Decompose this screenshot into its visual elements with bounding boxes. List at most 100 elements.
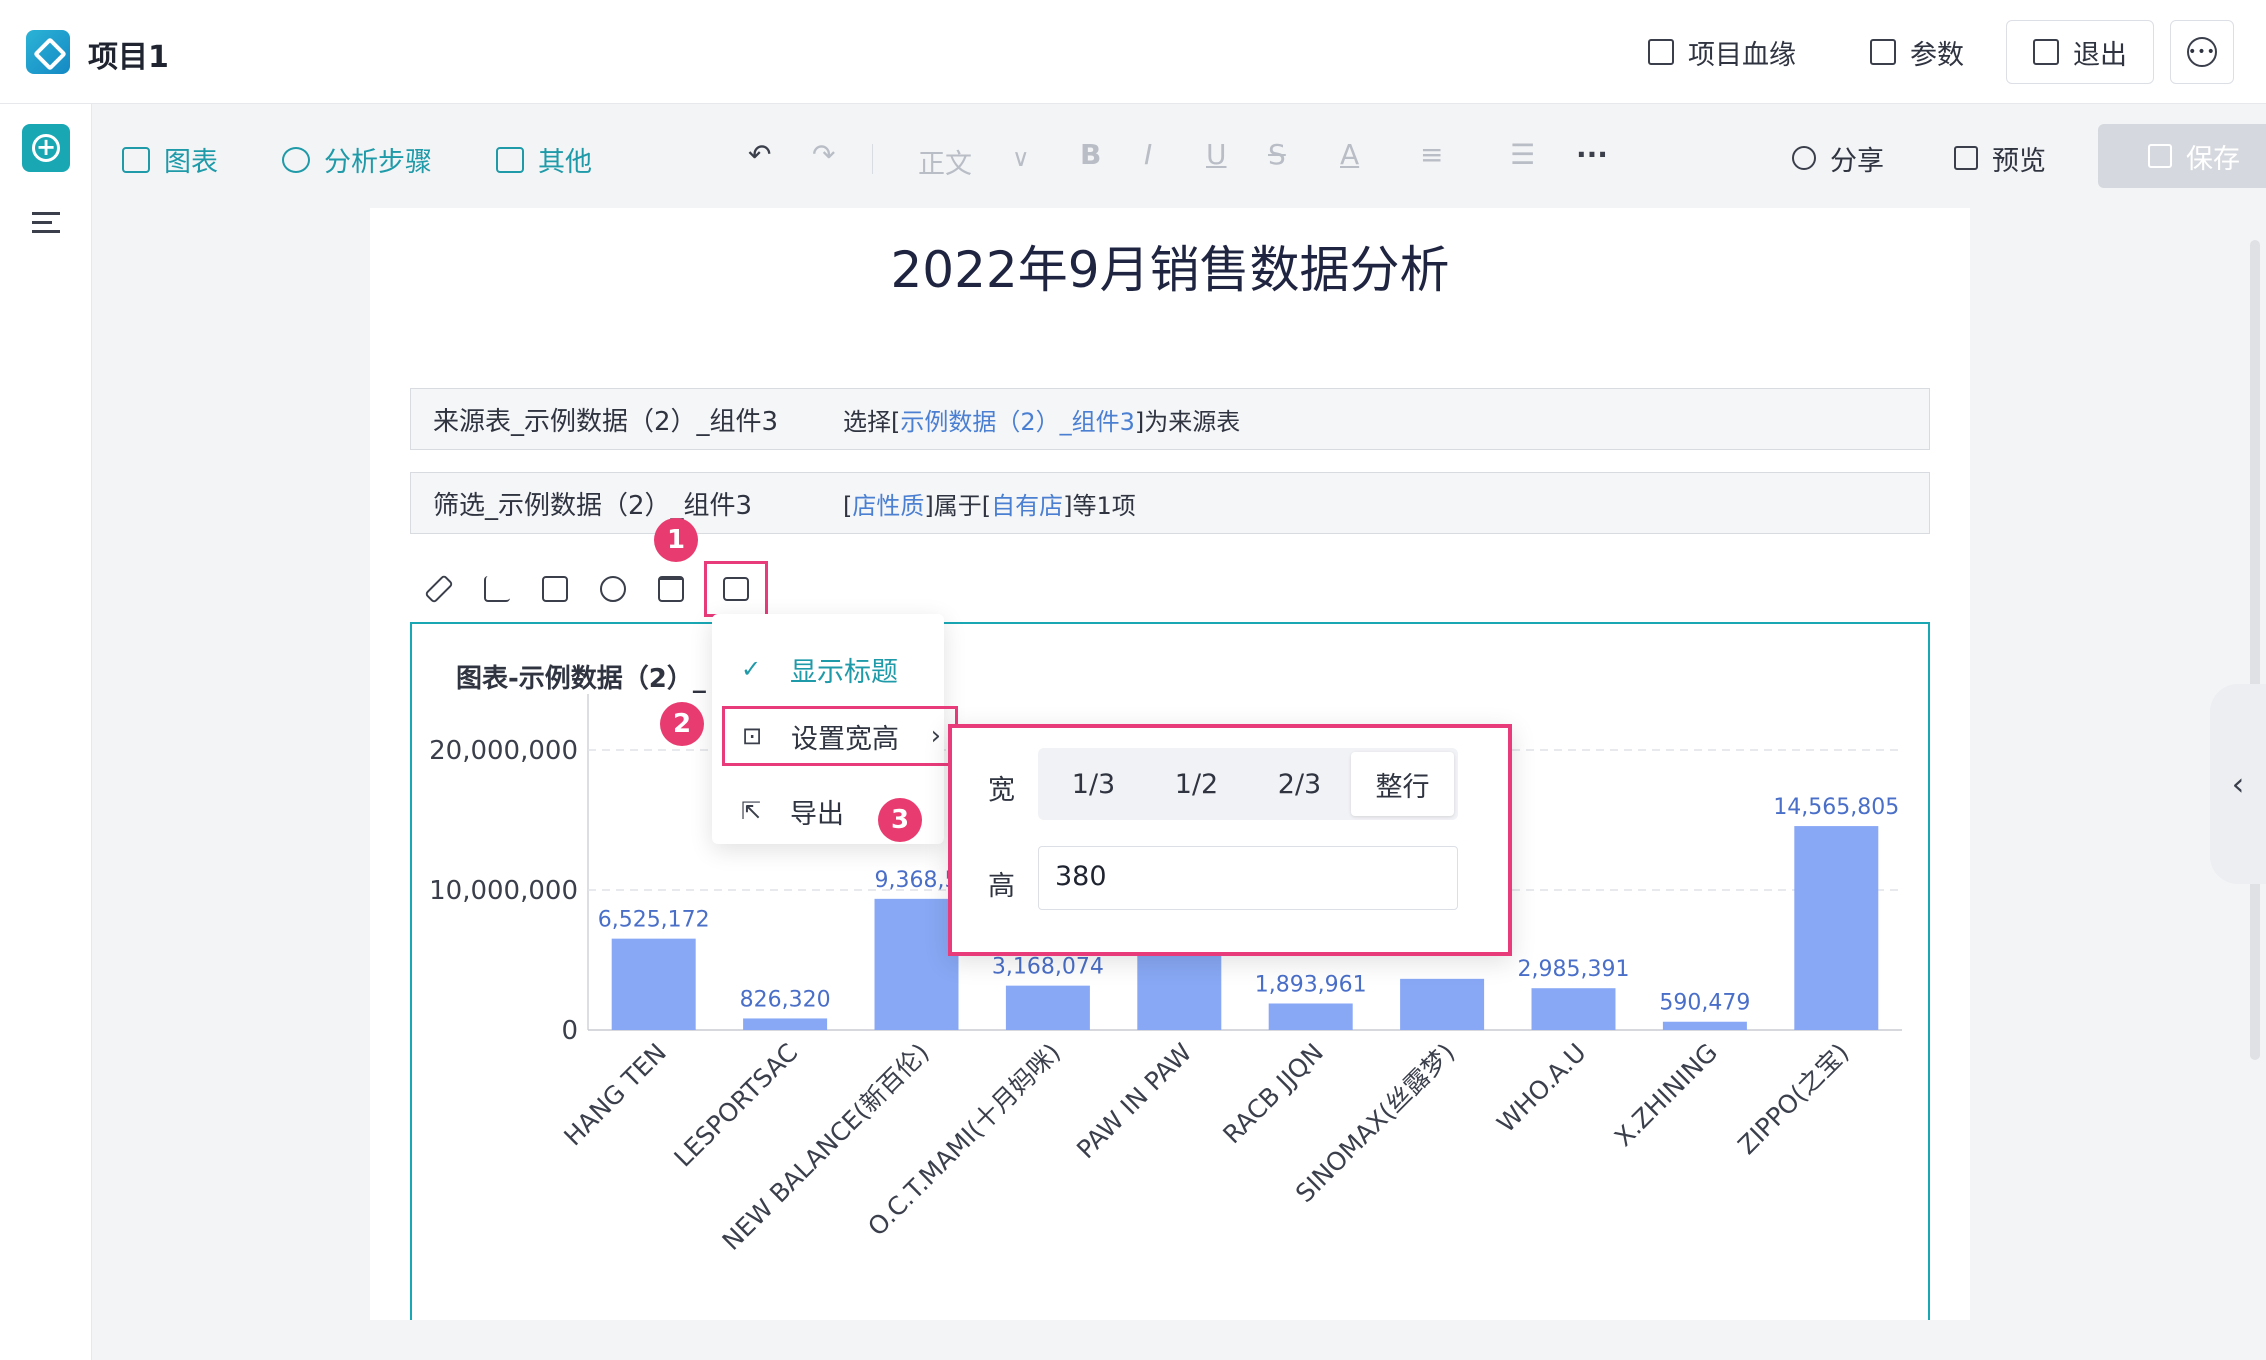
insert-other-button[interactable]: 其他 <box>496 140 592 179</box>
save-label: 保存 <box>2186 143 2240 175</box>
bar <box>743 1018 828 1030</box>
delete-button[interactable] <box>642 560 700 618</box>
more-icon: ••• <box>2187 37 2217 67</box>
collapse-panel-button[interactable]: ‹ <box>2210 684 2266 884</box>
menu-item-set-size[interactable]: ⊡ 设置宽高 › <box>722 706 958 766</box>
project-lineage-label: 项目血缘 <box>1688 39 1796 71</box>
resize-icon: ⊡ <box>741 722 763 750</box>
bold-icon[interactable]: B <box>1080 138 1101 171</box>
bar <box>1531 988 1616 1030</box>
font-color-icon[interactable]: A <box>1340 138 1359 171</box>
redo-icon[interactable]: ↷ <box>812 138 835 171</box>
step-name: 筛选_示例数据（2）_组件3 <box>433 490 753 521</box>
undo-icon[interactable]: ↶ <box>748 138 771 171</box>
bar <box>1794 826 1879 1030</box>
bar <box>1400 978 1485 1030</box>
width-option-two-thirds[interactable]: 2/3 <box>1248 752 1351 816</box>
x-tick-label: ZIPPO(之宝) <box>1732 1038 1854 1160</box>
width-option-third[interactable]: 1/3 <box>1042 752 1145 816</box>
align-icon[interactable]: ≡ <box>1420 138 1443 171</box>
underline-icon[interactable]: U <box>1206 138 1227 171</box>
left-rail: + <box>0 104 92 1360</box>
share-label: 分享 <box>1830 145 1884 177</box>
width-segmented-control: 1/3 1/2 2/3 整行 <box>1038 748 1458 820</box>
add-component-button[interactable]: + <box>22 124 70 172</box>
exit-button[interactable]: 退出 <box>2006 20 2154 84</box>
value-link[interactable]: 自有店 <box>991 492 1063 520</box>
pen-icon <box>424 574 454 604</box>
width-option-full-row[interactable]: 整行 <box>1351 752 1454 816</box>
project-lineage-button[interactable]: 项目血缘 <box>1648 30 1796 74</box>
step-desc: [店性质]属于[自有店]等1项 <box>843 491 1136 520</box>
chart-icon <box>122 146 150 173</box>
x-tick-label: WHO.A.U <box>1491 1038 1591 1138</box>
sort-icon <box>484 576 510 602</box>
data-label: 1,893,961 <box>1255 972 1367 997</box>
bar <box>1005 985 1090 1030</box>
save-button[interactable]: 保存 <box>2098 124 2266 188</box>
more-options-button[interactable]: ••• <box>2170 20 2234 84</box>
exit-label: 退出 <box>2073 39 2127 71</box>
field-link[interactable]: 店性质 <box>852 492 924 520</box>
params-icon <box>1870 39 1896 65</box>
height-input[interactable]: 380 <box>1038 846 1458 910</box>
strikethrough-icon[interactable]: S <box>1268 138 1286 171</box>
x-tick-label: LESPORTSAC <box>669 1038 804 1173</box>
menu-show-title-label: 显示标题 <box>790 656 898 688</box>
x-tick-label: X.ZHINING <box>1609 1038 1723 1152</box>
info-button[interactable] <box>584 560 642 618</box>
filter-step[interactable]: 筛选_示例数据（2）_组件3 [店性质]属于[自有店]等1项 <box>410 472 1930 534</box>
insert-chart-label: 图表 <box>164 147 218 178</box>
chevron-down-icon[interactable]: ∨ <box>1012 144 1030 172</box>
width-label: 宽 <box>988 775 1015 806</box>
source-table-link[interactable]: 示例数据（2）_组件3 <box>900 408 1135 436</box>
y-tick-label: 10,000,000 <box>429 876 578 906</box>
sort-button[interactable] <box>468 560 526 618</box>
params-label: 参数 <box>1910 39 1964 71</box>
trash-icon <box>658 576 684 602</box>
height-label: 高 <box>988 871 1015 902</box>
fullscreen-button[interactable] <box>526 560 584 618</box>
x-tick-label: HANG TEN <box>558 1038 672 1152</box>
share-icon <box>1792 146 1816 170</box>
bottom-edge <box>370 1320 1970 1360</box>
data-label: 9,368,5 <box>875 868 959 893</box>
data-label: 590,479 <box>1659 991 1750 1016</box>
menu-item-show-title[interactable]: ✓ 显示标题 <box>712 638 944 700</box>
width-option-half[interactable]: 1/2 <box>1145 752 1248 816</box>
dropdown-icon <box>723 577 749 601</box>
x-tick-label: PAW IN PAW <box>1071 1038 1197 1164</box>
step-desc: 选择[示例数据（2）_组件3]为来源表 <box>843 407 1241 436</box>
step-badge-1: 1 <box>654 518 698 562</box>
source-table-step[interactable]: 来源表_示例数据（2）_组件3 选择[示例数据（2）_组件3]为来源表 <box>410 388 1930 450</box>
text-style-select[interactable]: 正文 <box>918 142 972 181</box>
export-icon: ⇱ <box>740 797 762 825</box>
expand-icon <box>542 576 568 602</box>
step-badge-3: 3 <box>878 798 922 842</box>
bar <box>1137 954 1222 1030</box>
insert-steps-button[interactable]: 分析步骤 <box>282 140 432 179</box>
top-bar: 项目1 项目血缘 参数 退出 ••• <box>0 0 2266 104</box>
outline-icon[interactable] <box>32 212 60 236</box>
share-button[interactable]: 分享 <box>1792 136 1884 180</box>
size-settings-panel: 宽 1/3 1/2 2/3 整行 高 380 <box>948 724 1512 956</box>
vertical-scrollbar[interactable] <box>2250 240 2260 1060</box>
params-button[interactable]: 参数 <box>1870 30 1964 74</box>
exit-icon <box>2033 39 2059 65</box>
more-menu-button[interactable] <box>704 561 768 617</box>
menu-export-label: 导出 <box>790 798 844 830</box>
edit-button[interactable] <box>410 560 468 618</box>
italic-icon[interactable]: I <box>1144 138 1152 171</box>
insert-chart-button[interactable]: 图表 <box>122 140 218 179</box>
document-title[interactable]: 2022年9月销售数据分析 <box>370 230 1970 302</box>
editor-toolbar: 图表 分析步骤 其他 ↶ ↷ 正文 ∨ B I U S A ≡ ☰ ··· 分享… <box>92 104 2266 208</box>
data-label: 6,525,172 <box>598 908 710 933</box>
preview-button[interactable]: 预览 <box>1954 136 2046 180</box>
bar <box>874 898 959 1030</box>
y-tick-label: 0 <box>561 1016 578 1046</box>
list-icon[interactable]: ☰ <box>1510 138 1535 171</box>
step-badge-2: 2 <box>660 702 704 746</box>
more-format-icon[interactable]: ··· <box>1576 138 1608 171</box>
data-label: 14,565,805 <box>1773 795 1899 820</box>
data-label: 2,985,391 <box>1518 957 1630 982</box>
